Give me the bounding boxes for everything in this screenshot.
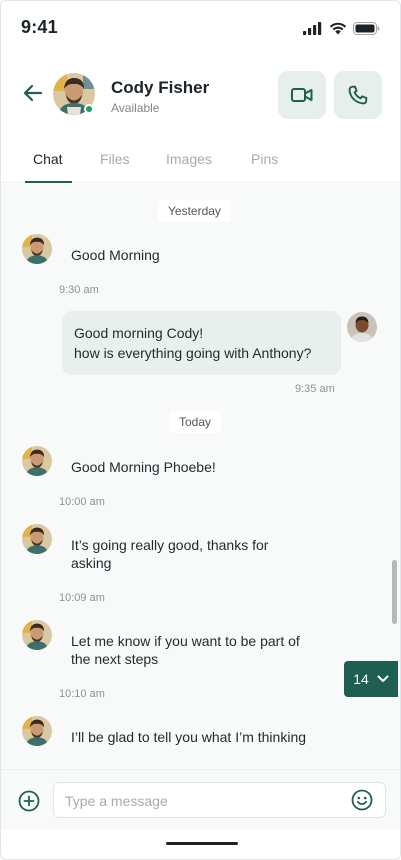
message-composer [1,769,400,829]
message-input-container [53,782,386,818]
tab-chat[interactable]: Chat [33,151,63,167]
tab-images[interactable]: Images [166,151,212,167]
contact-status: Available [111,101,160,115]
home-indicator[interactable] [166,842,238,845]
message-text-line: Let me know if you want to be part of [71,633,300,649]
back-button[interactable] [19,79,47,107]
message-text[interactable]: I’ll be glad to tell you what I’m thinki… [71,728,306,746]
sender-avatar[interactable] [22,620,52,650]
message-text-line: the next steps [71,651,159,667]
message-text-line: It’s going really good, thanks for [71,537,269,553]
message-text[interactable]: Good Morning [71,246,160,264]
chat-tabs: Chat Files Images Pins [1,139,400,183]
sender-avatar-image [22,620,52,650]
arrow-left-icon [23,84,43,102]
battery-icon [353,22,380,35]
video-camera-icon [291,88,313,102]
message-text-line: Good morning Cody! [74,325,204,341]
outgoing-message-bubble[interactable]: Good morning Cody! how is everything goi… [62,311,341,375]
emoji-icon[interactable] [351,789,373,811]
scrollbar-thumb[interactable] [392,560,397,624]
video-call-button[interactable] [278,71,326,119]
voice-call-button[interactable] [334,71,382,119]
scroll-to-unread-button[interactable]: 14 [344,661,398,697]
chat-screen: 9:41 Cody Fisher Available Chat Files Im… [0,0,401,860]
status-time: 9:41 [21,17,58,37]
cellular-signal-icon [303,22,322,35]
chevron-down-icon [377,675,389,682]
message-list[interactable]: Yesterday Good Morning 9:30 am Good morn… [1,184,400,769]
date-separator: Yesterday [158,200,231,222]
contact-name[interactable]: Cody Fisher [111,78,209,98]
message-time: 10:10 am [59,688,105,700]
message-text[interactable]: Good Morning Phoebe! [71,458,216,476]
sender-avatar[interactable] [22,524,52,554]
message-time: 9:35 am [295,383,335,395]
unread-count: 14 [353,671,369,687]
status-icons [303,22,380,35]
message-input[interactable] [65,791,335,811]
sender-avatar-image [22,524,52,554]
message-time: 9:30 am [59,284,99,296]
sender-avatar-image [22,716,52,746]
date-separator: Today [169,411,222,433]
own-avatar-image [347,312,377,342]
own-avatar[interactable] [347,312,377,342]
sender-avatar-image [22,446,52,476]
message-text[interactable]: Let me know if you want to be part of th… [71,632,300,668]
chat-header: Cody Fisher Available [1,65,400,125]
tab-files[interactable]: Files [100,151,130,167]
message-time: 10:09 am [59,592,105,604]
add-attachment-icon[interactable] [18,790,40,812]
sender-avatar[interactable] [22,716,52,746]
active-tab-indicator [25,181,72,183]
message-text-line: asking [71,555,112,571]
phone-icon [348,85,368,105]
sender-avatar[interactable] [22,234,52,264]
sender-avatar-image [22,234,52,264]
message-time: 10:00 am [59,496,105,508]
online-status-indicator [84,104,94,114]
wifi-icon [329,22,347,35]
message-text-line: how is everything going with Anthony? [74,345,312,361]
message-text[interactable]: It’s going really good, thanks for askin… [71,536,268,572]
status-bar: 9:41 [1,1,400,57]
tab-pins[interactable]: Pins [251,151,278,167]
sender-avatar[interactable] [22,446,52,476]
